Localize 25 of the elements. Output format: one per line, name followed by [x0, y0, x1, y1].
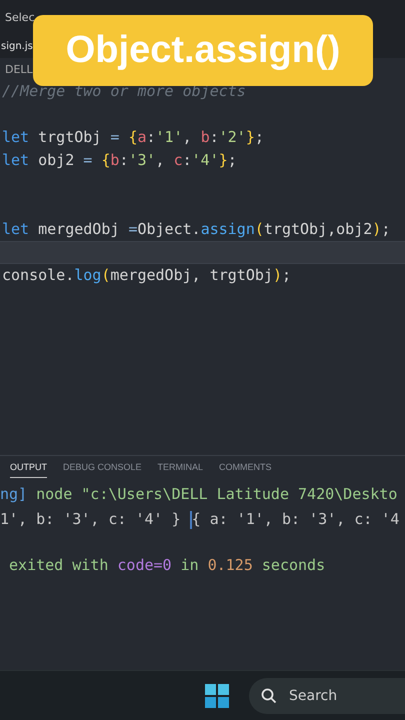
output-text: 0.125 — [208, 555, 253, 576]
code-line: let obj2 = {b:'3', c:'4'}; — [1, 150, 238, 171]
output-text: 1', b: '3', c: '4' } — [0, 509, 182, 530]
output-text: exited with — [8, 555, 110, 576]
title-banner: Object.assign() — [33, 15, 373, 86]
output-text: code=0 — [117, 555, 172, 576]
panel-tab[interactable]: TERMINAL — [158, 462, 204, 477]
breadcrumb[interactable]: DELL — [5, 62, 33, 76]
menu-item[interactable]: Selec — [5, 10, 35, 24]
code-line: let trgtObj = {a:'1', b:'2'}; — [1, 127, 265, 148]
panel-tab[interactable]: COMMENTS — [219, 462, 272, 477]
editor-tab[interactable]: sign.js — [0, 40, 33, 52]
text-cursor — [190, 510, 192, 528]
search-icon — [261, 688, 277, 704]
code-line: let mergedObj =Object.assign(trgtObj,obj2); — [1, 219, 392, 240]
search-field[interactable]: Search — [249, 678, 405, 714]
panel-tab[interactable]: OUTPUT — [10, 462, 47, 478]
output-text: ng] — [0, 484, 28, 505]
panel-tab[interactable]: DEBUG CONSOLE — [63, 462, 142, 477]
windows-logo-icon[interactable] — [205, 684, 229, 708]
output-text: seconds — [260, 555, 326, 576]
output-text: { a: '1', b: '3', c: '4 — [192, 509, 400, 530]
code-line: console.log(mergedObj, trgtObj); — [1, 265, 292, 286]
output-text: node "c:\Users\DELL Latitude 7420\Deskto — [35, 484, 398, 505]
output-text: in — [180, 555, 200, 576]
